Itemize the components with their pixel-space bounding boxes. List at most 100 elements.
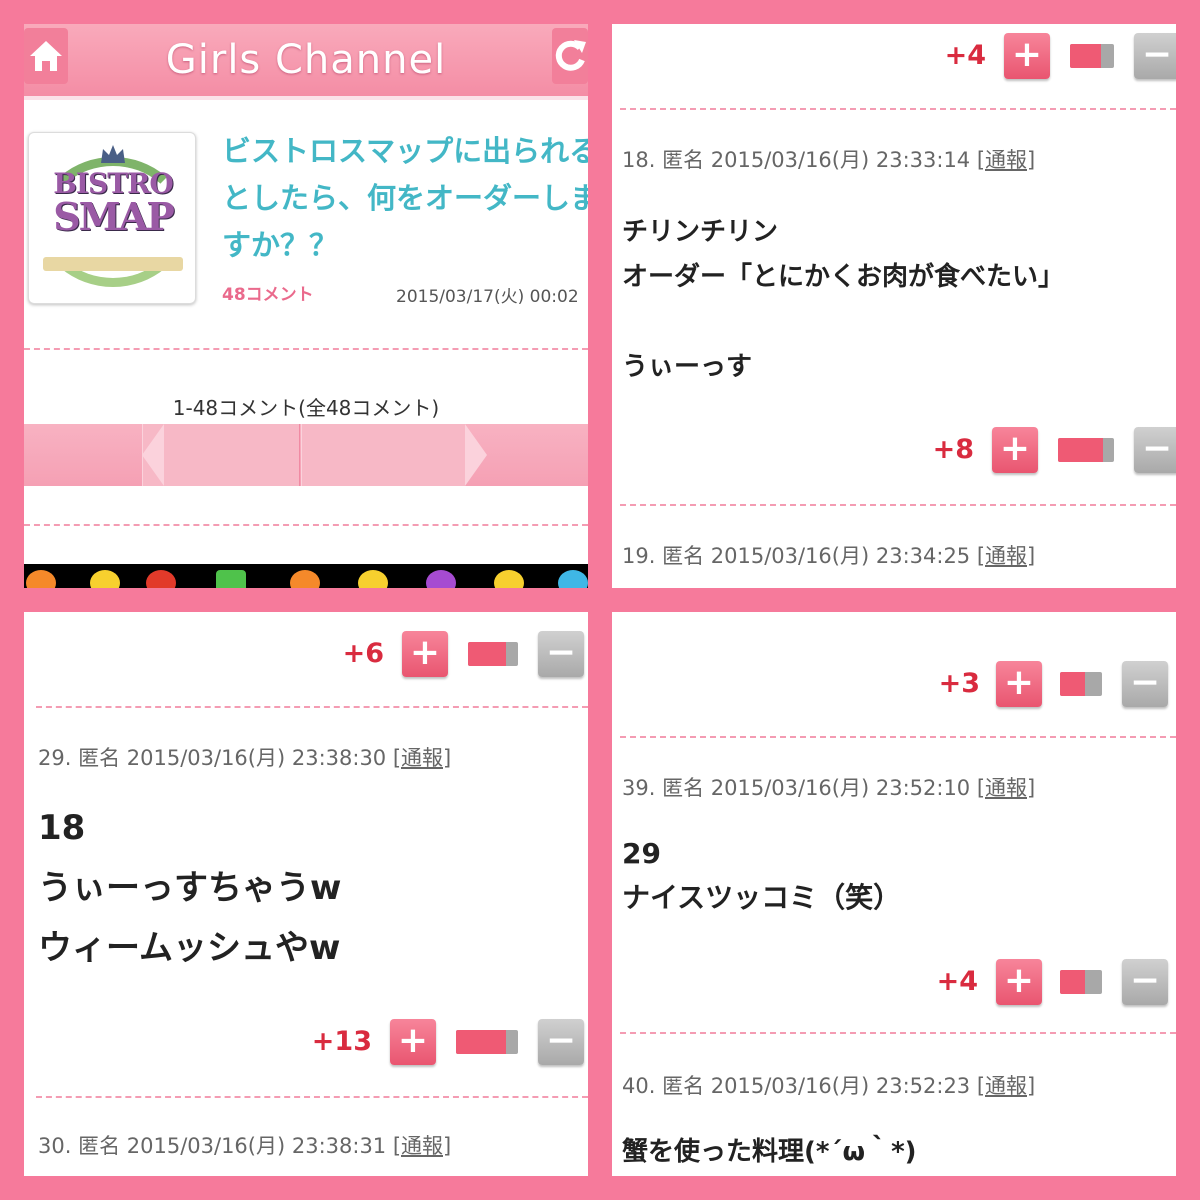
candy-icon xyxy=(146,570,176,588)
report-link[interactable]: [通報] xyxy=(977,148,1035,172)
vote-controls: +4 + − xyxy=(612,958,1176,1006)
plus-button[interactable]: + xyxy=(402,631,448,677)
minus-button[interactable]: − xyxy=(1134,33,1176,79)
vote-controls: +13 + − xyxy=(24,1018,588,1066)
comment-line: 蟹を使った料理(*´ω｀*) xyxy=(622,1137,917,1167)
comment-body: チリンチリン オーダー「とにかくお肉が食べたい」 うぃーっす xyxy=(622,210,1064,390)
comment-body: 29 ナイスツッコミ（笑） xyxy=(622,832,901,920)
plus-button[interactable]: + xyxy=(996,661,1042,707)
comment-meta-text: 29. 匿名 2015/03/16(月) 23:38:30 xyxy=(38,746,387,770)
report-link[interactable]: [通報] xyxy=(977,776,1035,800)
comment-meta-text: 18. 匿名 2015/03/16(月) 23:33:14 xyxy=(622,148,971,172)
divider xyxy=(620,504,1176,506)
report-link[interactable]: [通報] xyxy=(393,746,451,770)
app-title: Girls Channel xyxy=(165,37,447,83)
report-link[interactable]: [通報] xyxy=(393,1134,451,1158)
vote-ratio-bar xyxy=(468,642,518,666)
vote-score: +3 xyxy=(938,668,980,699)
divider xyxy=(36,706,588,708)
comment-line: うぃーっす xyxy=(622,352,753,382)
thumbnail-ribbon xyxy=(43,257,183,271)
candy-icon xyxy=(216,570,246,588)
comment-panel-39: +3 + − 39. 匿名 2015/03/16(月) 23:52:10 [通報… xyxy=(612,612,1176,1176)
refresh-button[interactable] xyxy=(552,28,588,84)
plus-button[interactable]: + xyxy=(992,427,1038,473)
vote-score: +8 xyxy=(932,434,974,465)
comment-meta: 18. 匿名 2015/03/16(月) 23:33:14 [通報] xyxy=(622,144,1035,174)
plus-button[interactable]: + xyxy=(996,959,1042,1005)
refresh-icon xyxy=(555,40,586,71)
divider xyxy=(620,1032,1176,1034)
vote-score: +6 xyxy=(342,638,384,669)
article-date: 2015/03/17(火) 00:02 xyxy=(396,287,579,307)
home-icon xyxy=(30,41,62,71)
candy-icon xyxy=(558,570,588,588)
comment-line: うぃーっすちゃうw xyxy=(38,868,342,908)
pager-next-arrow-icon xyxy=(465,424,487,486)
pager-prev-arrow-icon xyxy=(142,424,164,486)
vote-ratio-fill xyxy=(456,1030,506,1054)
vote-ratio-fill xyxy=(1060,672,1086,696)
vote-score: +4 xyxy=(944,40,986,71)
divider xyxy=(24,348,588,350)
thumbnail-logo-line2: SMAP xyxy=(53,194,175,239)
candy-icon xyxy=(90,570,120,588)
candy-icon xyxy=(426,570,456,588)
vote-ratio-bar xyxy=(1058,438,1114,462)
minus-button[interactable]: − xyxy=(1122,661,1168,707)
divider xyxy=(620,108,1176,110)
comment-range: 1-48コメント(全48コメント) xyxy=(172,396,440,420)
app-header: Girls Channel xyxy=(24,24,588,96)
minus-button[interactable]: − xyxy=(538,631,584,677)
candy-icon xyxy=(358,570,388,588)
comment-body: 18 うぃーっすちゃうw ウィームッシュやw xyxy=(38,798,341,978)
divider xyxy=(36,1096,588,1098)
vote-ratio-fill xyxy=(1058,438,1103,462)
comment-meta-text: 39. 匿名 2015/03/16(月) 23:52:10 xyxy=(622,776,971,800)
comment-panel-18: +4 + − 18. 匿名 2015/03/16(月) 23:33:14 [通報… xyxy=(612,24,1176,588)
candy-icon xyxy=(494,570,524,588)
vote-score: +13 xyxy=(311,1026,372,1057)
vote-controls-prev: +6 + − xyxy=(24,630,588,678)
comment-panel-29: +6 + − 29. 匿名 2015/03/16(月) 23:38:30 [通報… xyxy=(24,612,588,1176)
comment-body: 蟹を使った料理(*´ω｀*) xyxy=(622,1132,917,1172)
pager-next-button[interactable] xyxy=(301,424,465,486)
comment-line-blank xyxy=(622,300,1064,345)
plus-button[interactable]: + xyxy=(1004,33,1050,79)
article-title[interactable]: ビストロスマップに出られるとしたら、何をオーダーしますか？？ xyxy=(222,128,588,269)
plus-button[interactable]: + xyxy=(390,1019,436,1065)
minus-button[interactable]: − xyxy=(538,1019,584,1065)
minus-button[interactable]: − xyxy=(1134,427,1176,473)
minus-button[interactable]: − xyxy=(1122,959,1168,1005)
report-link[interactable]: [通報] xyxy=(977,544,1035,568)
comment-meta: 40. 匿名 2015/03/16(月) 23:52:23 [通報] xyxy=(622,1070,1035,1100)
home-button[interactable] xyxy=(24,28,68,84)
comment-meta: 39. 匿名 2015/03/16(月) 23:52:10 [通報] xyxy=(622,772,1035,802)
candy-icon xyxy=(26,570,56,588)
vote-ratio-fill xyxy=(1060,970,1086,994)
vote-controls-prev: +4 + − xyxy=(612,32,1176,80)
comment-line: ナイスツッコミ（笑） xyxy=(622,881,902,914)
divider xyxy=(24,524,588,526)
vote-ratio-bar xyxy=(1060,970,1102,994)
comment-meta: 30. 匿名 2015/03/16(月) 23:38:31 [通報] xyxy=(38,1130,451,1160)
comment-line: 29 xyxy=(622,837,661,870)
candy-icon xyxy=(290,570,320,588)
vote-ratio-fill xyxy=(1070,44,1101,68)
divider xyxy=(620,736,1176,738)
comment-line: チリンチリン xyxy=(622,217,779,247)
vote-ratio-bar xyxy=(456,1030,518,1054)
comment-meta-text: 30. 匿名 2015/03/16(月) 23:38:31 xyxy=(38,1134,387,1158)
comment-line: 18 xyxy=(38,808,86,848)
vote-ratio-bar xyxy=(1070,44,1114,68)
comment-meta-text: 19. 匿名 2015/03/16(月) 23:34:25 xyxy=(622,544,971,568)
vote-ratio-fill xyxy=(468,642,506,666)
ad-banner[interactable] xyxy=(24,564,588,588)
comment-count[interactable]: 48コメント xyxy=(222,280,314,305)
pager-prev-button[interactable] xyxy=(142,424,300,486)
report-link[interactable]: [通報] xyxy=(977,1074,1035,1098)
crown-icon xyxy=(101,145,125,163)
article-thumbnail[interactable]: BISTRO SMAP xyxy=(28,132,196,304)
comment-line: ウィームッシュやw xyxy=(38,928,341,968)
comment-meta-text: 40. 匿名 2015/03/16(月) 23:52:23 xyxy=(622,1074,971,1098)
